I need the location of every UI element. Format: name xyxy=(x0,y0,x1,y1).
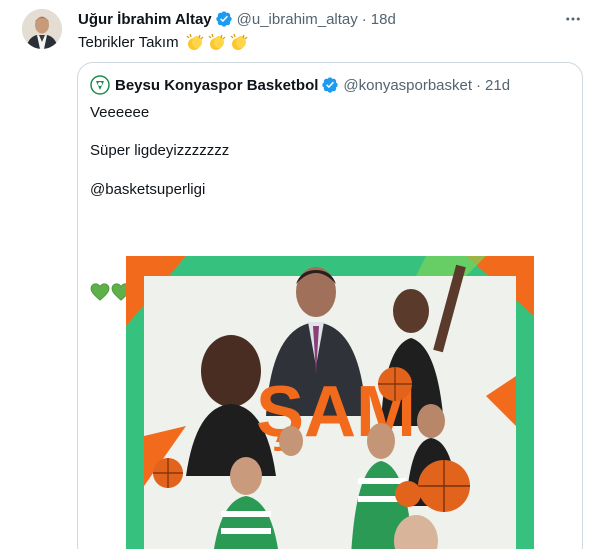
tweet-text: Tebrikler Takım xyxy=(78,33,249,51)
quoted-tweet[interactable]: Beysu Konyaspor Basketbol @konyasporbask… xyxy=(77,62,583,549)
quoted-author-name: Beysu Konyaspor Basketbol xyxy=(115,76,319,94)
author-avatar[interactable] xyxy=(22,9,62,49)
author-name[interactable]: Uğur İbrahim Altay xyxy=(78,11,212,28)
tweet: Uğur İbrahim Altay @u_ibrahim_altay · 18… xyxy=(0,0,601,549)
separator-dot: · xyxy=(361,10,367,28)
quoted-tweet-media-image[interactable]: ŞAM xyxy=(126,256,534,549)
tweet-timestamp[interactable]: 18d xyxy=(371,11,396,28)
green-heart-emoji-icon xyxy=(90,283,110,301)
quoted-author-avatar xyxy=(90,75,110,95)
quoted-tweet-header: Beysu Konyaspor Basketbol @konyasporbask… xyxy=(90,75,510,95)
author-avatar-image xyxy=(22,9,62,49)
clapping-hands-emoji-icon xyxy=(186,33,204,50)
quoted-tweet-line-1: Veeeeee xyxy=(90,104,150,121)
clapping-hands-emoji-icon xyxy=(208,33,226,50)
clapping-hands-emoji-icon xyxy=(230,33,248,50)
quoted-tweet-line-2: Süper ligdeyizzzzzzz xyxy=(90,142,230,159)
tweet-header: Uğur İbrahim Altay @u_ibrahim_altay · 18… xyxy=(78,9,561,29)
quoted-author-handle: @konyasporbasket xyxy=(343,76,473,94)
author-handle[interactable]: @u_ibrahim_altay xyxy=(237,11,358,28)
more-options-icon[interactable] xyxy=(563,9,583,29)
verified-badge-icon xyxy=(215,11,232,27)
quoted-tweet-timestamp: 21d xyxy=(485,76,511,94)
verified-badge-icon xyxy=(322,77,339,93)
quoted-tweet-mention[interactable]: @basketsuperligi xyxy=(90,181,205,198)
tweet-text-content: Tebrikler Takım xyxy=(78,33,179,51)
championship-poster-graphic: ŞAM xyxy=(126,256,534,549)
separator-dot: · xyxy=(476,76,482,94)
